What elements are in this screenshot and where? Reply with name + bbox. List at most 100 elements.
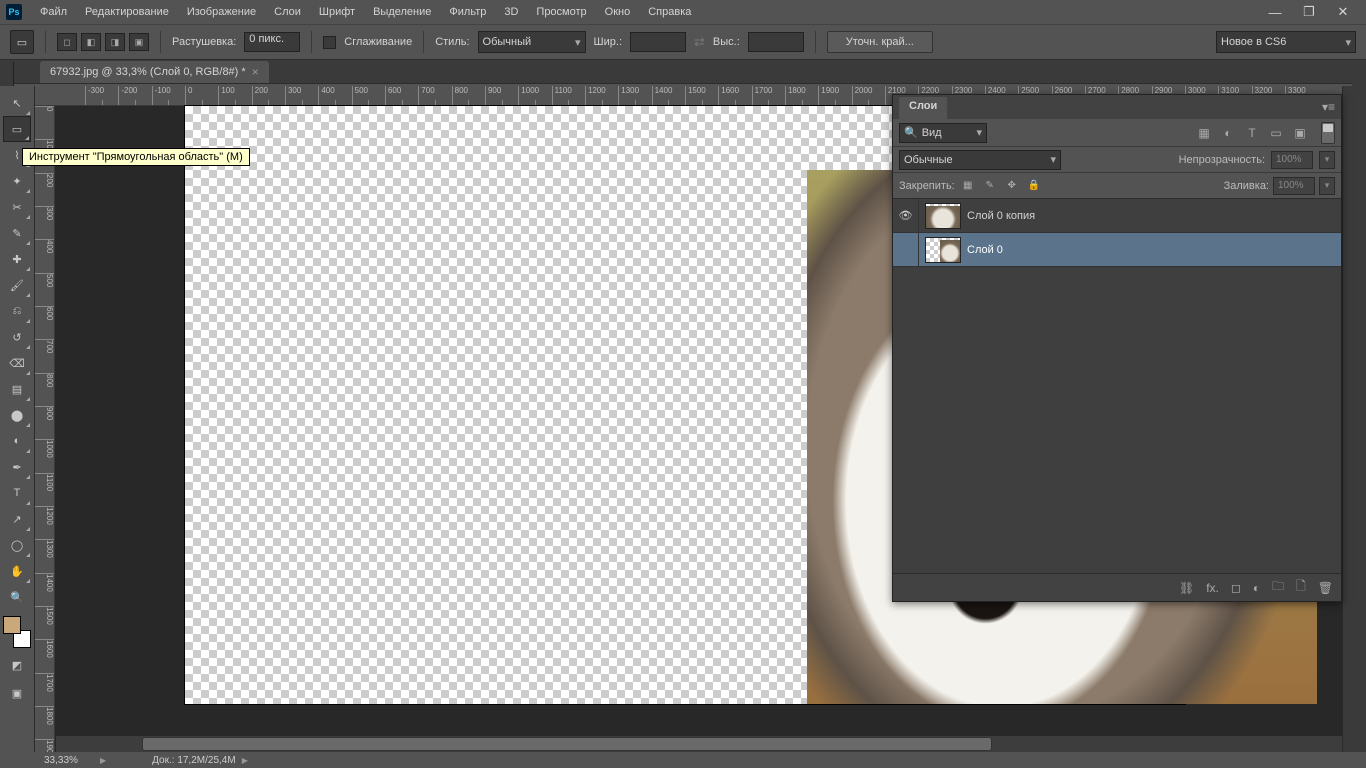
color-swatches[interactable] bbox=[3, 616, 31, 648]
history-brush-tool[interactable]: ↺ bbox=[3, 324, 31, 350]
pen-tool[interactable]: ✒ bbox=[3, 454, 31, 480]
layer-name-label[interactable]: Слой 0 копия bbox=[967, 210, 1035, 222]
filter-smart-icon[interactable]: ▣ bbox=[1291, 124, 1309, 142]
horizontal-scrollbar[interactable] bbox=[56, 736, 1342, 752]
lock-position-icon[interactable]: ✎ bbox=[981, 177, 999, 195]
marquee-tool[interactable]: ▭ bbox=[3, 116, 31, 142]
layer-visibility-toggle[interactable]: 👁 bbox=[893, 199, 919, 233]
swap-dimensions-icon[interactable]: ⇄ bbox=[694, 34, 705, 50]
dodge-tool[interactable]: ◐ bbox=[3, 428, 31, 454]
selection-add-icon[interactable]: ◧ bbox=[81, 33, 101, 51]
opacity-input[interactable]: 100% bbox=[1271, 151, 1313, 169]
menu-выделение[interactable]: Выделение bbox=[365, 3, 439, 21]
filter-toggle[interactable] bbox=[1321, 122, 1335, 144]
layer-thumbnail[interactable] bbox=[925, 203, 961, 229]
layers-tab[interactable]: Слои bbox=[899, 97, 947, 119]
tab-well-grip-right[interactable] bbox=[1352, 62, 1366, 86]
options-bar: ▭ ◻ ◧ ◨ ▣ Растушевка: 0 пикс. Сглаживани… bbox=[0, 24, 1366, 60]
blend-mode-select[interactable]: Обычные bbox=[899, 150, 1061, 170]
path-select-tool[interactable]: ↗ bbox=[3, 506, 31, 532]
healing-brush-tool[interactable]: ✚ bbox=[3, 246, 31, 272]
type-tool[interactable]: T bbox=[3, 480, 31, 506]
selection-intersect-icon[interactable]: ▣ bbox=[129, 33, 149, 51]
document-tab-label: 67932.jpg @ 33,3% (Слой 0, RGB/8#) * bbox=[50, 66, 246, 78]
zoom-level[interactable]: 33,33% bbox=[44, 755, 94, 766]
menu-редактирование[interactable]: Редактирование bbox=[77, 3, 177, 21]
mask-icon[interactable]: ◻ bbox=[1231, 581, 1241, 595]
document-tab[interactable]: 67932.jpg @ 33,3% (Слой 0, RGB/8#) * × bbox=[40, 61, 269, 83]
feather-input[interactable]: 0 пикс. bbox=[244, 32, 300, 52]
filter-type-icon[interactable]: T bbox=[1243, 124, 1261, 142]
layer-row[interactable]: Слой 0 bbox=[893, 233, 1341, 267]
magic-wand-tool[interactable]: ✦ bbox=[3, 168, 31, 194]
antialias-checkbox[interactable] bbox=[323, 36, 336, 49]
menu-3d[interactable]: 3D bbox=[496, 3, 526, 21]
menu-окно[interactable]: Окно bbox=[597, 3, 639, 21]
selection-subtract-icon[interactable]: ◨ bbox=[105, 33, 125, 51]
refine-edge-button[interactable]: Уточн. край... bbox=[827, 31, 933, 53]
maximize-button[interactable]: ❐ bbox=[1292, 2, 1326, 22]
lock-pixels-icon[interactable]: ▦ bbox=[959, 177, 977, 195]
fill-dropdown-icon[interactable]: ▾ bbox=[1319, 177, 1335, 195]
filter-adjustment-icon[interactable]: ◐ bbox=[1219, 124, 1237, 142]
scrollbar-thumb[interactable] bbox=[142, 737, 992, 751]
selection-new-icon[interactable]: ◻ bbox=[57, 33, 77, 51]
status-bar: 33,33% ▶ Док.: 17,2M/25,4M ▶ bbox=[0, 752, 1366, 768]
new-layer-icon[interactable]: 🗋 bbox=[1296, 577, 1306, 598]
right-collapsed-dock[interactable] bbox=[1342, 86, 1366, 752]
window-controls: — ❐ ✕ bbox=[1258, 2, 1360, 22]
foreground-color[interactable] bbox=[3, 616, 21, 634]
status-arrow-icon[interactable]: ▶ bbox=[242, 756, 248, 765]
screen-mode-tool[interactable]: ▣ bbox=[3, 680, 31, 706]
trash-icon[interactable]: 🗑 bbox=[1318, 581, 1333, 595]
lock-all-icon[interactable]: 🔒 bbox=[1025, 177, 1043, 195]
eyedropper-tool[interactable]: ✎ bbox=[3, 220, 31, 246]
layers-blend-row: Обычные Непрозрачность: 100% ▾ bbox=[893, 147, 1341, 173]
layer-thumbnail[interactable] bbox=[925, 237, 961, 263]
group-icon[interactable]: 🗀 bbox=[1272, 577, 1284, 598]
quick-mask-tool[interactable]: ◩ bbox=[3, 652, 31, 678]
active-tool-preset[interactable]: ▭ bbox=[10, 30, 34, 54]
close-tab-icon[interactable]: × bbox=[252, 65, 259, 79]
move-tool[interactable]: ↖ bbox=[3, 90, 31, 116]
minimize-button[interactable]: — bbox=[1258, 2, 1292, 22]
layer-name-label[interactable]: Слой 0 bbox=[967, 244, 1003, 256]
blur-tool[interactable]: ⬤ bbox=[3, 402, 31, 428]
gradient-tool[interactable]: ▤ bbox=[3, 376, 31, 402]
fill-input[interactable]: 100% bbox=[1273, 177, 1315, 195]
menu-шрифт[interactable]: Шрифт bbox=[311, 3, 363, 21]
brush-tool[interactable]: 🖌 bbox=[3, 272, 31, 298]
layer-row[interactable]: 👁 Слой 0 копия bbox=[893, 199, 1341, 233]
style-select[interactable]: Обычный bbox=[478, 31, 586, 53]
hand-tool[interactable]: ✋ bbox=[3, 558, 31, 584]
eraser-tool[interactable]: ⌫ bbox=[3, 350, 31, 376]
filter-pixel-icon[interactable]: ▦ bbox=[1195, 124, 1213, 142]
menu-изображение[interactable]: Изображение bbox=[179, 3, 264, 21]
fx-icon[interactable]: fx. bbox=[1206, 581, 1219, 595]
clone-stamp-tool[interactable]: ⎌ bbox=[3, 298, 31, 324]
layer-visibility-toggle[interactable] bbox=[893, 233, 919, 267]
shape-tool[interactable]: ◯ bbox=[3, 532, 31, 558]
close-button[interactable]: ✕ bbox=[1326, 2, 1360, 22]
layers-list: 👁 Слой 0 копия Слой 0 bbox=[893, 199, 1341, 573]
menu-просмотр[interactable]: Просмотр bbox=[528, 3, 594, 21]
filter-shape-icon[interactable]: ▭ bbox=[1267, 124, 1285, 142]
menu-файл[interactable]: Файл bbox=[32, 3, 75, 21]
zoom-arrow-icon[interactable]: ▶ bbox=[100, 756, 106, 765]
crop-tool[interactable]: ✂ bbox=[3, 194, 31, 220]
menu-слои[interactable]: Слои bbox=[266, 3, 309, 21]
width-input bbox=[630, 32, 686, 52]
menu-фильтр[interactable]: Фильтр bbox=[441, 3, 494, 21]
link-icon[interactable]: ⛓ bbox=[1179, 581, 1194, 595]
opacity-dropdown-icon[interactable]: ▾ bbox=[1319, 151, 1335, 169]
zoom-tool[interactable]: 🔍 bbox=[3, 584, 31, 610]
document-size-status[interactable]: Док.: 17,2M/25,4M bbox=[152, 755, 236, 766]
layer-filter-select[interactable]: 🔍Вид bbox=[899, 123, 987, 143]
adjustment-icon[interactable]: ◐ bbox=[1253, 581, 1260, 595]
vertical-ruler[interactable]: 0100200300400500600700800900100011001200… bbox=[35, 106, 55, 752]
menu-справка[interactable]: Справка bbox=[640, 3, 699, 21]
lock-move-icon[interactable]: ✥ bbox=[1003, 177, 1021, 195]
whats-new-dropdown[interactable]: Новое в CS6 bbox=[1216, 31, 1356, 53]
tab-well-grip-left[interactable] bbox=[0, 62, 14, 86]
panel-menu-icon[interactable]: ▾≡ bbox=[1322, 100, 1335, 114]
